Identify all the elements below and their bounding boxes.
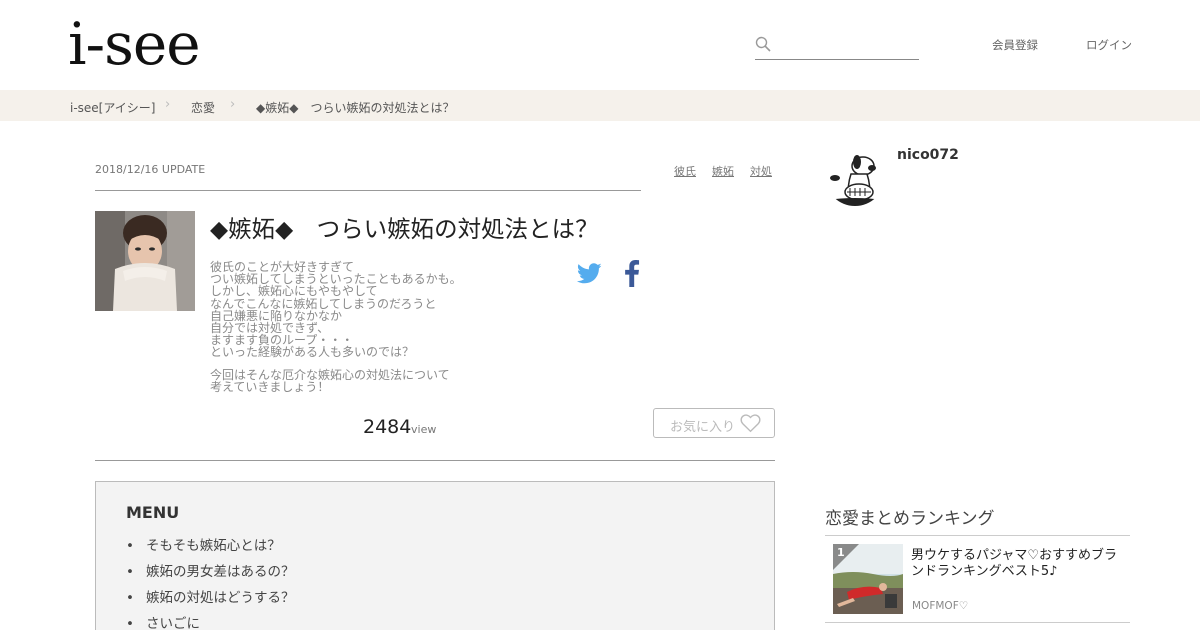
breadcrumb-current: ◆嫉妬◆ つらい嫉妬の対処法とは？: [256, 101, 455, 115]
favorite-button[interactable]: お気に入り: [653, 408, 775, 438]
ranking-title: 恋愛まとめランキング: [825, 509, 995, 529]
ranking-item-title[interactable]: 男ウケするパジャマ♡おすすめブランドランキングベスト5♪: [911, 548, 1126, 580]
divider: [825, 535, 1130, 536]
breadcrumb-category[interactable]: 恋愛: [191, 99, 215, 116]
username[interactable]: nico072: [897, 147, 959, 163]
toc-item[interactable]: • 嫉妬の対処はどうする？: [126, 586, 295, 606]
article-title: ◆嫉妬◆ つらい嫉妬の対処法とは？: [210, 215, 599, 243]
ranking-thumbnail[interactable]: 1: [833, 544, 903, 614]
search-input[interactable]: [777, 34, 917, 58]
chevron-right-icon: ›: [230, 97, 236, 112]
toc-item[interactable]: • さいごに: [126, 612, 200, 630]
login-link[interactable]: ログイン: [1086, 37, 1132, 53]
description-line: なんでこんなに嫉妬してしまうのだろうと: [210, 296, 437, 311]
view-count: 2484: [363, 416, 412, 438]
site-header: i-see 会員登録 ログイン: [0, 0, 1200, 90]
tag-link[interactable]: 嫉妬: [712, 163, 734, 179]
tag-link[interactable]: 対処: [750, 163, 772, 179]
favorite-label: お気に入り: [670, 420, 736, 435]
description-line: 今回はそんな厄介な嫉妬心の対処法について: [210, 367, 450, 382]
table-of-contents: MENU • そもそも嫉妬心とは？ • 嫉妬の男女差はあるの？ • 嫉妬の対処はどうす…: [95, 481, 775, 630]
rank-number: 1: [837, 546, 845, 559]
search-box[interactable]: [755, 34, 919, 60]
heart-icon: [740, 414, 761, 433]
breadcrumb-home[interactable]: i-see[アイシー]: [70, 99, 155, 116]
view-unit: view: [411, 423, 437, 436]
description-line: しかし、嫉妬心にもやもやして: [210, 284, 378, 299]
chevron-right-icon: ›: [165, 97, 171, 112]
search-icon[interactable]: [755, 36, 771, 52]
site-logo[interactable]: i-see: [68, 12, 201, 76]
toc-item[interactable]: • そもそも嫉妬心とは？: [126, 534, 281, 554]
register-link[interactable]: 会員登録: [992, 37, 1038, 53]
article-thumbnail: [95, 211, 195, 311]
divider: [825, 622, 1130, 623]
facebook-icon[interactable]: [624, 260, 640, 287]
toc-item[interactable]: • 嫉妬の男女差はあるの？: [126, 560, 295, 580]
twitter-icon[interactable]: [577, 263, 602, 284]
description-line: 考えていきましょう！: [210, 379, 330, 394]
article-date: 2018/12/16 UPDATE: [95, 163, 206, 176]
avatar[interactable]: [825, 146, 885, 206]
article-description: 彼氏のことが大好きすぎて つい嫉妬してしまうといったこともあるかも。 しかし、嫉…: [210, 261, 570, 393]
tag-link[interactable]: 彼氏: [674, 163, 696, 179]
ranking-item-author[interactable]: MOFMOF♡: [912, 600, 968, 612]
divider: [95, 190, 641, 191]
divider: [95, 460, 775, 461]
breadcrumb: i-see[アイシー] › 恋愛 › ◆嫉妬◆ つらい嫉妬の対処法とは？: [0, 90, 1200, 121]
description-line: といった経験がある人も多いのでは？: [210, 345, 415, 360]
menu-title: MENU: [126, 503, 180, 522]
